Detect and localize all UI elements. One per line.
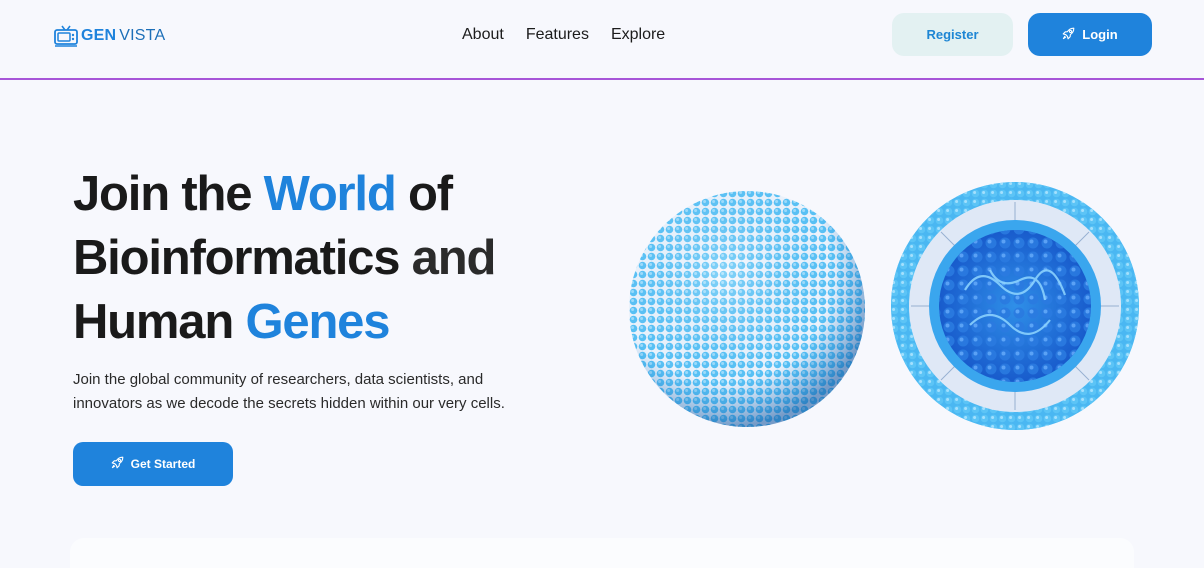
headline-text: Human [73,295,246,349]
login-button-label: Login [1082,27,1118,42]
hero-subtext: Join the global community of researchers… [73,371,505,412]
register-button[interactable]: Register [892,13,1013,56]
headline-text: of [395,167,453,221]
headline-line-1: Join the World of [73,167,453,221]
rocket-icon [111,456,124,472]
hero-headline: Join the World of Bioinformatics and Hum… [73,162,593,354]
nav-link-features[interactable]: Features [526,24,589,46]
headline-text: Join the [73,167,264,221]
logo-text-gen: GEN [81,27,117,44]
headline-line-3: Human Genes [73,295,390,349]
logo[interactable]: GEN VISTA [54,24,165,48]
register-button-label: Register [926,27,979,42]
login-button[interactable]: Login [1028,13,1152,56]
nav-link-about[interactable]: About [462,24,504,46]
content-section-top [70,538,1134,568]
headline-line-2: Bioinformatics and [73,231,497,285]
get-started-label: Get Started [130,457,196,471]
headline-text: Bioinformatics [73,231,400,285]
headline-highlight-world: World [263,167,397,221]
nav-link-explore[interactable]: Explore [611,24,665,46]
rocket-icon [1062,27,1075,43]
liposome-illustration [620,180,1145,440]
top-navbar: GEN VISTA About Features Explore Register… [0,0,1204,80]
logo-text-vista: VISTA [119,27,166,44]
headline-text: and [399,231,497,285]
tv-icon [54,25,78,47]
main-nav: About Features Explore [462,24,665,46]
get-started-button[interactable]: Get Started [73,442,233,486]
headline-highlight-genes: Genes [245,295,390,349]
